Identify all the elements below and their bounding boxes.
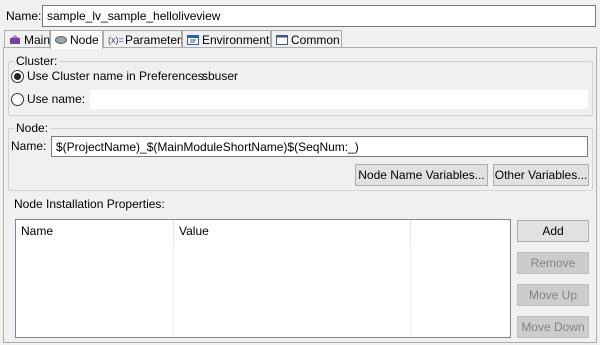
tab-node[interactable]: Node — [50, 30, 103, 49]
tab-label: Node — [70, 33, 99, 47]
node-legend: Node: — [14, 121, 51, 135]
use-name-radio[interactable] — [11, 93, 24, 106]
environment-icon — [187, 34, 199, 46]
tab-strip: Main Node (x)= Parameters Environment Co… — [0, 30, 600, 49]
tab-common[interactable]: Common — [271, 30, 342, 48]
column-divider — [410, 242, 411, 337]
tab-environment[interactable]: Environment — [182, 30, 271, 48]
cluster-name-input[interactable] — [90, 90, 588, 109]
use-cluster-name-radio[interactable] — [11, 70, 24, 83]
column-header-name[interactable]: Name — [16, 220, 174, 242]
tab-label: Environment — [202, 32, 270, 47]
node-name-input[interactable] — [51, 136, 588, 157]
cluster-legend: Cluster: — [14, 54, 60, 68]
column-header-value[interactable]: Value — [174, 220, 411, 242]
remove-button[interactable]: Remove — [517, 252, 589, 274]
tab-label: Common — [291, 32, 340, 47]
add-button[interactable]: Add — [517, 220, 589, 242]
node-installation-properties-table[interactable]: Name Value — [15, 219, 511, 338]
node-icon — [55, 34, 67, 46]
move-up-button[interactable]: Move Up — [517, 284, 589, 306]
use-cluster-name-label: Use Cluster name in Preferences: — [27, 69, 208, 83]
launch-config-name-label: Name: — [6, 9, 42, 23]
launch-config-name-input[interactable] — [42, 5, 596, 27]
column-header-filler — [411, 220, 510, 242]
main-icon — [9, 34, 21, 46]
common-icon — [276, 34, 288, 46]
tab-label: Parameters — [125, 32, 188, 47]
move-down-button[interactable]: Move Down — [517, 316, 589, 338]
use-name-label: Use name: — [27, 92, 86, 106]
node-name-variables-button[interactable]: Node Name Variables... — [355, 164, 488, 186]
tab-parameters[interactable]: (x)= Parameters — [103, 30, 187, 48]
parameters-icon: (x)= — [108, 34, 124, 45]
tab-main[interactable]: Main — [4, 30, 50, 48]
other-variables-button[interactable]: Other Variables... — [493, 164, 589, 186]
column-divider — [173, 242, 174, 337]
node-name-label: Name: — [11, 139, 47, 153]
tab-label: Main — [24, 32, 51, 47]
cluster-name-value: sbuser — [202, 69, 239, 83]
node-installation-properties-label: Node Installation Properties: — [14, 197, 165, 211]
